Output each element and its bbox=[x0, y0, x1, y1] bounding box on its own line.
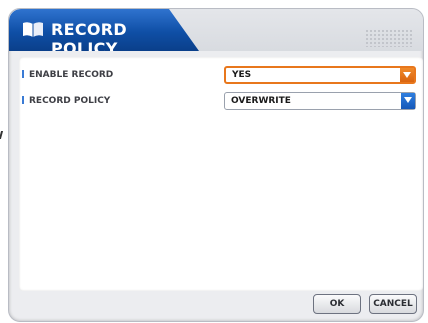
title-bar: RECORD POLICY bbox=[9, 9, 423, 51]
record-policy-dropdown-arrow[interactable] bbox=[401, 93, 415, 109]
book-icon bbox=[22, 21, 44, 38]
record-policy-label-text: RECORD POLICY bbox=[29, 96, 111, 106]
enable-record-dropdown-arrow[interactable] bbox=[400, 68, 414, 82]
ok-button[interactable]: OK bbox=[313, 294, 361, 314]
enable-record-label-text: ENABLE RECORD bbox=[29, 70, 114, 80]
title-tab: RECORD POLICY bbox=[9, 9, 199, 51]
enable-record-label: ENABLE RECORD bbox=[22, 70, 113, 80]
bullet-marker bbox=[22, 70, 24, 78]
dialog-title: RECORD POLICY bbox=[51, 20, 127, 58]
enable-record-select[interactable]: YES bbox=[224, 66, 416, 84]
title-texture bbox=[365, 29, 413, 47]
record-policy-value: OVERWRITE bbox=[231, 96, 291, 106]
record-policy-dialog: RECORD POLICY bbox=[8, 8, 424, 322]
enable-record-value: YES bbox=[232, 70, 252, 80]
bullet-marker bbox=[22, 96, 24, 104]
chevron-down-icon bbox=[403, 72, 411, 78]
stray-mark bbox=[0, 131, 7, 139]
record-policy-select[interactable]: OVERWRITE bbox=[224, 92, 416, 110]
record-policy-label: RECORD POLICY bbox=[22, 96, 110, 106]
cancel-button[interactable]: CANCEL bbox=[369, 294, 417, 314]
chevron-down-icon bbox=[404, 97, 412, 103]
